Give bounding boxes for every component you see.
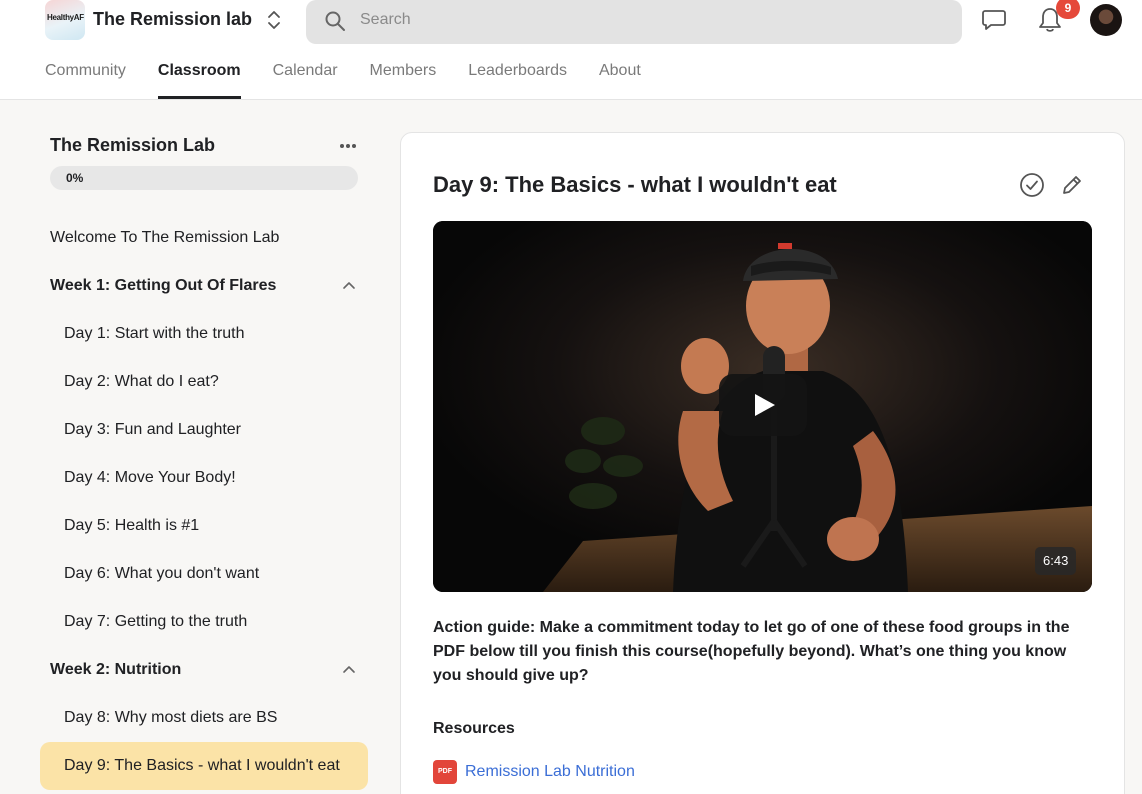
- module-label: Week 1: Getting Out Of Flares: [50, 277, 277, 294]
- top-header: HealthyAF The Remission lab 9 Community …: [0, 0, 1142, 100]
- lesson-day-5[interactable]: Day 5: Health is #1: [40, 502, 368, 550]
- main-nav: Community Classroom Calendar Members Lea…: [45, 56, 673, 100]
- progress-label: 0%: [66, 171, 84, 185]
- search-bar[interactable]: [306, 0, 962, 44]
- chevron-up-down-icon[interactable]: [265, 8, 283, 32]
- tab-members[interactable]: Members: [370, 56, 437, 100]
- chevron-up-icon[interactable]: [342, 663, 356, 677]
- resources-heading: Resources: [433, 720, 515, 737]
- chat-icon[interactable]: [981, 8, 1007, 32]
- module-week-2[interactable]: Week 2: Nutrition: [40, 646, 368, 694]
- tab-leaderboards[interactable]: Leaderboards: [468, 56, 567, 100]
- lesson-day-1[interactable]: Day 1: Start with the truth: [40, 310, 368, 358]
- lesson-day-7[interactable]: Day 7: Getting to the truth: [40, 598, 368, 646]
- lesson-title: Day 9: The Basics - what I wouldn't eat: [433, 172, 837, 197]
- tab-community[interactable]: Community: [45, 56, 126, 100]
- search-icon: [325, 11, 345, 31]
- course-title: The Remission Lab: [50, 135, 216, 155]
- video-duration: 6:43: [1035, 547, 1077, 575]
- lesson-day-9-active[interactable]: Day 9: The Basics - what I wouldn't eat: [40, 742, 368, 790]
- notification-badge: 9: [1056, 0, 1080, 19]
- lesson-day-8[interactable]: Day 8: Why most diets are BS: [40, 694, 368, 742]
- lesson-video-player[interactable]: 6:43: [433, 221, 1092, 592]
- tab-about[interactable]: About: [599, 56, 641, 100]
- action-guide-text: Action guide: Make a commitment today to…: [433, 619, 1070, 684]
- play-button[interactable]: [719, 374, 807, 436]
- play-icon: [755, 394, 775, 416]
- lesson-day-6[interactable]: Day 6: What you don't want: [40, 550, 368, 598]
- lesson-day-2[interactable]: Day 2: What do I eat?: [40, 358, 368, 406]
- edit-pencil-icon[interactable]: [1060, 173, 1084, 197]
- user-avatar[interactable]: [1090, 4, 1122, 36]
- mark-complete-check-icon[interactable]: [1019, 172, 1045, 198]
- course-progress-bar: 0%: [50, 166, 358, 190]
- community-title[interactable]: The Remission lab: [93, 9, 252, 30]
- lesson-welcome[interactable]: Welcome To The Remission Lab: [40, 214, 368, 262]
- module-week-1[interactable]: Week 1: Getting Out Of Flares: [40, 262, 368, 310]
- lesson-day-3[interactable]: Day 3: Fun and Laughter: [40, 406, 368, 454]
- lesson-day-4[interactable]: Day 4: Move Your Body!: [40, 454, 368, 502]
- tab-calendar[interactable]: Calendar: [273, 56, 338, 100]
- resource-link-nutrition-pdf[interactable]: Remission Lab Nutrition: [465, 760, 635, 784]
- search-input[interactable]: [360, 0, 940, 40]
- pdf-file-icon: PDF: [433, 760, 457, 784]
- community-logo[interactable]: HealthyAF: [45, 0, 85, 40]
- logo-text: HealthyAF: [47, 13, 84, 22]
- more-options-icon[interactable]: [336, 136, 360, 156]
- tab-classroom[interactable]: Classroom: [157, 56, 241, 100]
- chevron-up-icon[interactable]: [342, 279, 356, 293]
- module-label: Week 2: Nutrition: [50, 661, 182, 678]
